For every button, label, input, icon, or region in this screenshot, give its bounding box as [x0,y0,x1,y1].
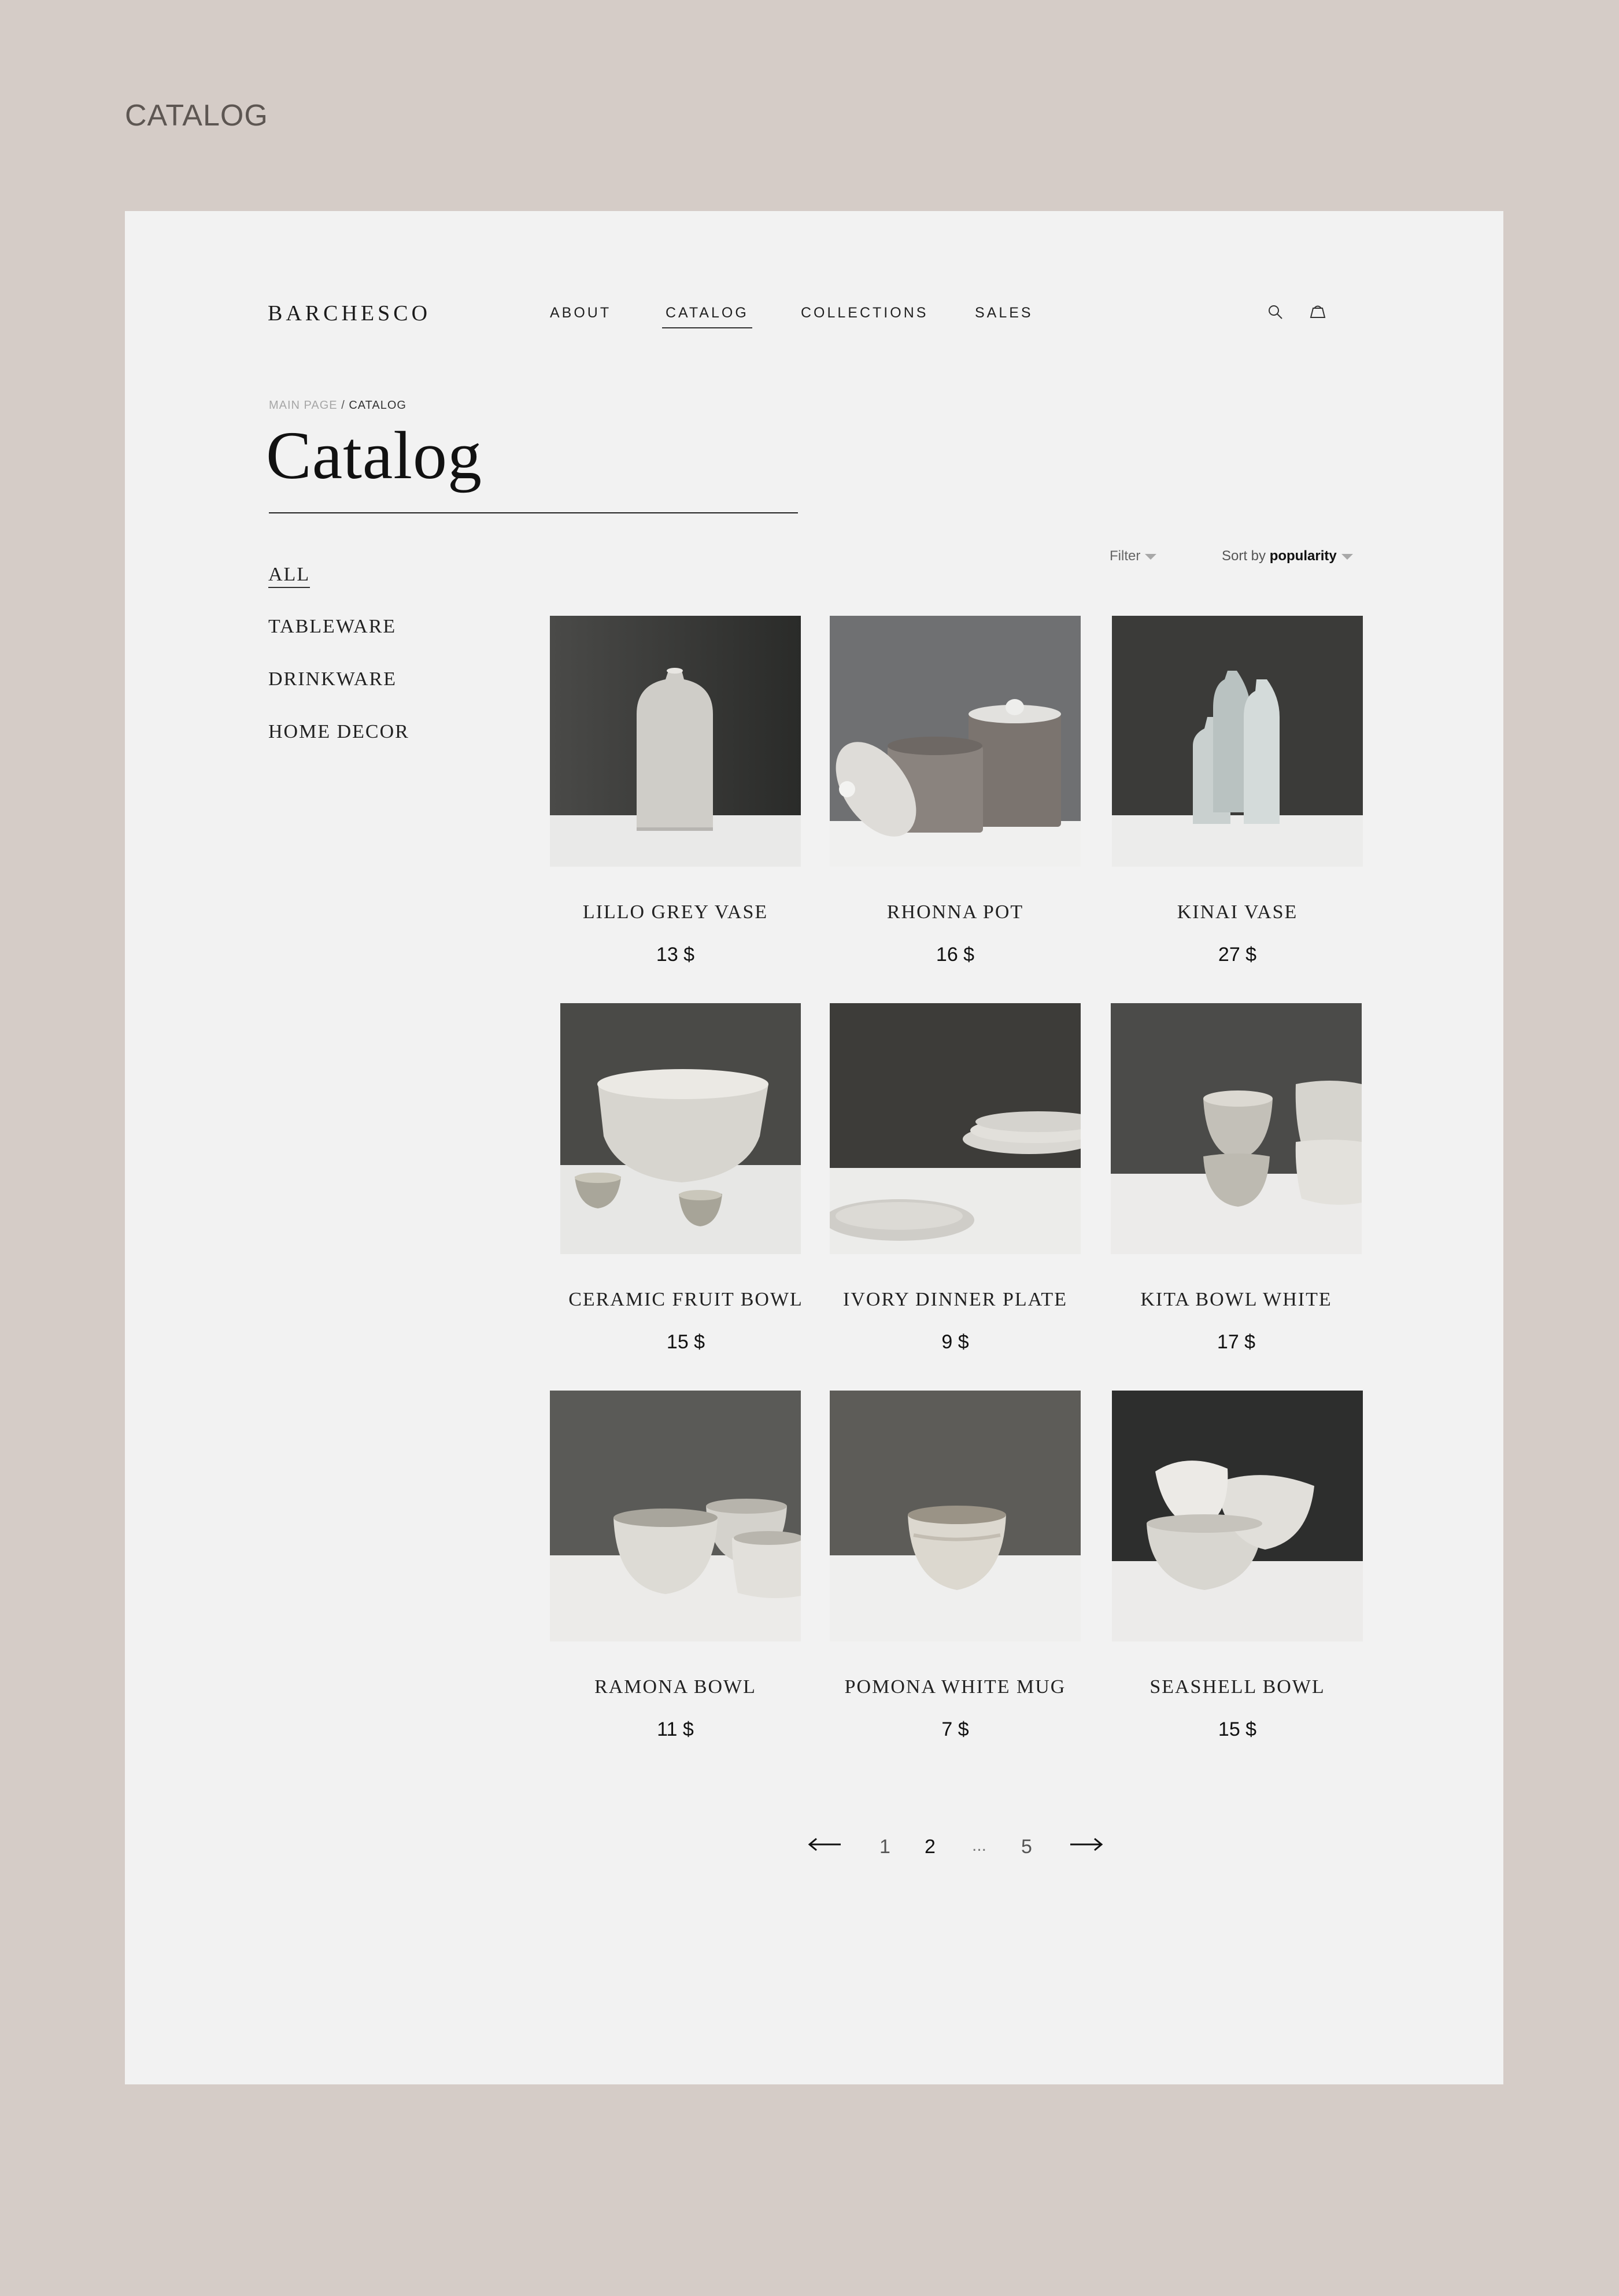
breadcrumb-main-page[interactable]: MAIN PAGE [269,399,338,412]
product-card[interactable]: IVORY DINNER PLATE 9 $ [830,1003,1081,1353]
sort-value: popularity [1269,548,1337,564]
product-image[interactable] [830,1391,1081,1641]
product-image[interactable] [830,1003,1081,1254]
cart-icon[interactable] [1307,304,1328,324]
page-ellipsis: ... [972,1836,987,1855]
product-name[interactable]: IVORY DINNER PLATE [807,1289,1104,1311]
breadcrumb-current: CATALOG [349,399,406,412]
brand-logo[interactable]: BARCHESCO [268,301,431,326]
product-price: 13 $ [656,944,695,966]
site-frame: BARCHESCO ABOUT CATALOG COLLECTIONS SALE… [125,211,1503,2084]
category-tableware[interactable]: TABLEWARE [268,616,396,638]
product-card[interactable]: CERAMIC FRUIT BOWL 15 $ [560,1003,811,1353]
product-card[interactable]: RHONNA POT 16 $ [830,616,1081,966]
product-name[interactable]: LILLO GREY VASE [527,901,824,923]
product-image[interactable] [550,616,801,867]
product-name[interactable]: SEASHELL BOWL [1089,1676,1386,1698]
product-price: 15 $ [1218,1718,1257,1740]
nav-sales[interactable]: SALES [975,305,1033,321]
product-card[interactable]: SEASHELL BOWL 15 $ [1112,1391,1363,1740]
filter-dropdown[interactable]: Filter [1110,548,1157,564]
product-card[interactable]: KITA BOWL WHITE 17 $ [1111,1003,1362,1353]
nav-about[interactable]: ABOUT [550,305,611,321]
product-price: 7 $ [941,1718,969,1740]
nav-catalog[interactable]: CATALOG [662,305,752,328]
outer-page-label: CATALOG [125,99,268,132]
product-card[interactable]: LILLO GREY VASE 13 $ [550,616,801,966]
product-image[interactable] [1112,616,1363,867]
product-name[interactable]: KITA BOWL WHITE [1088,1289,1385,1311]
filter-label: Filter [1110,548,1141,564]
product-image[interactable] [830,616,1081,867]
category-home-decor[interactable]: HOME DECOR [268,721,409,743]
product-card[interactable]: KINAI VASE 27 $ [1112,616,1363,966]
product-image[interactable] [560,1003,811,1254]
arrow-left-icon[interactable] [807,1836,842,1856]
product-name[interactable]: RHONNA POT [807,901,1104,923]
product-price: 9 $ [941,1331,969,1353]
product-name[interactable]: POMONA WHITE MUG [807,1676,1104,1698]
product-price: 17 $ [1217,1331,1256,1353]
breadcrumb: MAIN PAGE / CATALOG [269,399,406,412]
page-title: Catalog [266,417,483,493]
product-name[interactable]: RAMONA BOWL [527,1676,824,1698]
breadcrumb-separator: / [341,399,345,412]
product-image[interactable] [1111,1003,1362,1254]
product-price: 16 $ [936,944,975,966]
page-2-current[interactable]: 2 [925,1836,936,1858]
product-price: 27 $ [1218,944,1257,966]
sort-dropdown[interactable]: Sort by popularity [1222,548,1353,564]
product-price: 15 $ [666,1331,705,1353]
page-5[interactable]: 5 [1021,1836,1032,1858]
category-all[interactable]: ALL [268,564,311,588]
product-image[interactable] [550,1391,801,1641]
page-1[interactable]: 1 [879,1836,890,1858]
arrow-right-icon[interactable] [1069,1836,1104,1856]
title-divider [269,512,798,513]
nav-collections[interactable]: COLLECTIONS [801,305,928,321]
product-card[interactable]: POMONA WHITE MUG 7 $ [830,1391,1081,1740]
product-name[interactable]: KINAI VASE [1089,901,1386,923]
chevron-down-icon [1145,553,1157,560]
product-card[interactable]: RAMONA BOWL 11 $ [550,1391,801,1740]
product-price: 11 $ [657,1718,694,1740]
product-name[interactable]: CERAMIC FRUIT BOWL [537,1289,834,1311]
category-drinkware[interactable]: DRINKWARE [268,668,397,690]
sort-prefix: Sort by [1222,548,1266,564]
search-icon[interactable] [1267,304,1284,324]
product-image[interactable] [1112,1391,1363,1641]
pagination: 1 2 ... 5 [125,1830,1503,1865]
chevron-down-icon [1341,553,1353,560]
